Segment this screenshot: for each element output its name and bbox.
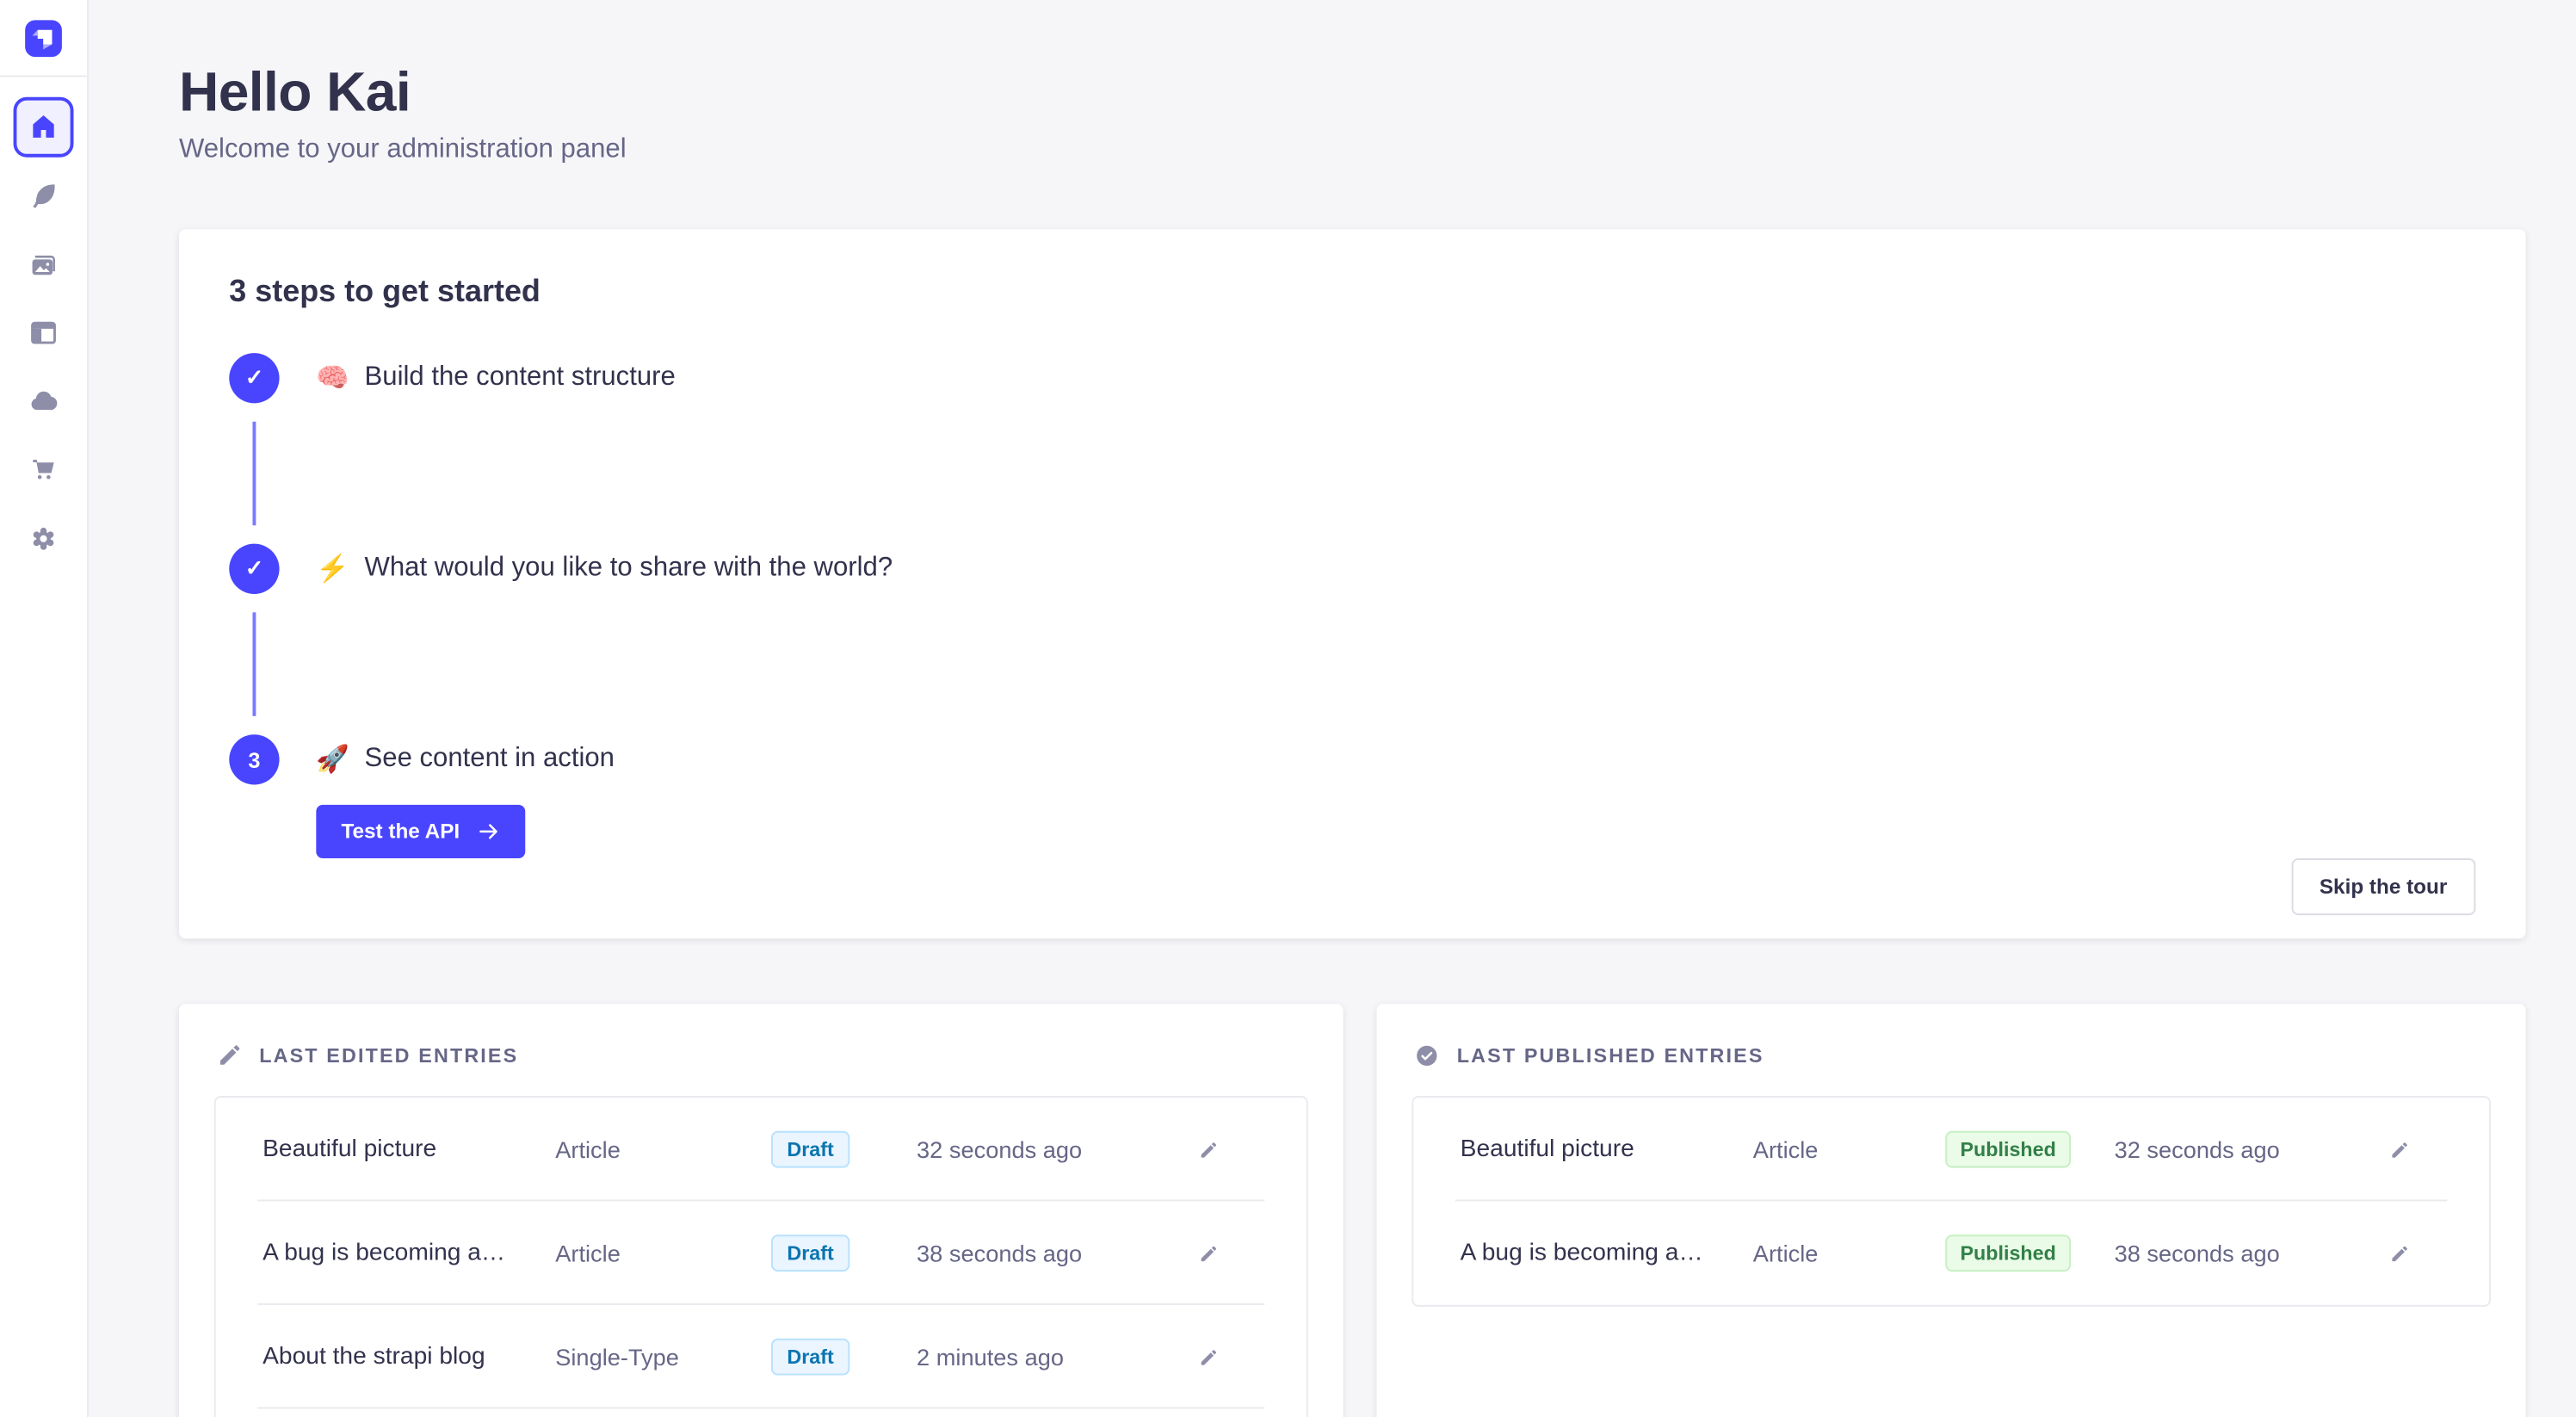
strapi-logo-glyph <box>25 19 62 56</box>
last-edited-entries-card: LAST EDITED ENTRIES Beautiful picture Ar… <box>179 1004 1344 1417</box>
sidebar-item-content-type-builder[interactable] <box>14 303 74 363</box>
entry-title: Beautiful picture <box>263 1136 555 1163</box>
sidebar-item-deploy[interactable] <box>14 371 74 431</box>
entry-type: Article <box>555 1240 731 1266</box>
table-row: A bug is becoming a… Article Draft 38 se… <box>216 1201 1307 1304</box>
entry-time: 38 seconds ago <box>890 1240 1158 1266</box>
sidebar-item-settings[interactable] <box>14 509 74 569</box>
feather-icon <box>27 179 60 213</box>
app-window: Hello Kai Welcome to your administration… <box>0 0 2576 1417</box>
page-subtitle: Welcome to your administration panel <box>179 135 2526 165</box>
main-nav-sidebar <box>0 0 89 1417</box>
step-3-number-circle: 3 <box>229 734 279 784</box>
sidebar-item-media-library[interactable] <box>14 234 74 294</box>
table-row: A bug is becoming a… Article Published 3… <box>1413 1201 2489 1304</box>
guided-tour-steps: ✓ 🧠 Build the content structure ✓ ⚡ What… <box>229 353 2475 858</box>
gear-icon <box>27 522 60 555</box>
pencil-icon <box>2386 1241 2411 1265</box>
skip-the-tour-button[interactable]: Skip the tour <box>2291 858 2476 915</box>
edit-entry-button[interactable] <box>1158 1137 1260 1162</box>
home-icon <box>27 110 60 144</box>
step-row-3: 3 🚀 See content in action <box>229 734 2475 784</box>
entry-time: 38 seconds ago <box>2087 1240 2355 1266</box>
brain-emoji-icon: 🧠 <box>316 362 349 395</box>
test-the-api-button[interactable]: Test the API <box>316 805 525 858</box>
step-1-marker: ✓ <box>245 365 263 392</box>
edit-entry-button[interactable] <box>2355 1137 2442 1162</box>
workspace-logo-block <box>0 0 87 77</box>
step-3-label[interactable]: 🚀 See content in action <box>316 743 615 777</box>
entry-time: 32 seconds ago <box>2087 1136 2355 1163</box>
step-connector <box>252 612 256 715</box>
pencil-icon <box>1196 1241 1221 1265</box>
rocket-emoji-icon: 🚀 <box>316 743 349 777</box>
step-3-cta-row: Test the API <box>316 805 2475 858</box>
guided-tour-footer: Skip the tour <box>229 858 2475 915</box>
pencil-icon <box>2386 1137 2411 1162</box>
entry-type: Article <box>1753 1240 1929 1266</box>
sidebar-item-home[interactable] <box>14 97 74 158</box>
sidebar-item-marketplace[interactable] <box>14 440 74 500</box>
status-badge: Draft <box>772 1131 849 1168</box>
step-3-marker: 3 <box>248 747 260 772</box>
status-badge: Published <box>1945 1131 2071 1168</box>
last-edited-header: LAST EDITED ENTRIES <box>179 1004 1344 1096</box>
last-edited-title: LAST EDITED ENTRIES <box>259 1044 518 1067</box>
step-2-label[interactable]: ⚡ What would you like to share with the … <box>316 552 893 585</box>
last-edited-table: Beautiful picture Article Draft 32 secon… <box>214 1096 1308 1417</box>
dashboard-widgets: LAST EDITED ENTRIES Beautiful picture Ar… <box>179 1004 2526 1417</box>
status-badge: Published <box>1945 1234 2071 1272</box>
main-content: Hello Kai Welcome to your administration… <box>89 0 2576 1417</box>
entry-type: Article <box>555 1136 731 1163</box>
lightning-emoji-icon: ⚡ <box>316 552 349 585</box>
entry-title: A bug is becoming a… <box>1461 1240 1753 1266</box>
step-2-marker: ✓ <box>245 555 263 582</box>
entry-title: A bug is becoming a… <box>263 1240 555 1266</box>
entry-time: 32 seconds ago <box>890 1136 1158 1163</box>
cloud-icon <box>27 385 60 418</box>
pencil-icon <box>216 1043 243 1069</box>
entry-type: Article <box>1753 1136 1929 1163</box>
step-row-2: ✓ ⚡ What would you like to share with th… <box>229 544 2475 594</box>
edit-entry-button[interactable] <box>1158 1241 1260 1265</box>
table-row: Beautiful picture Article Draft 32 secon… <box>216 1098 1307 1201</box>
step-1-check-circle: ✓ <box>229 353 279 403</box>
arrow-right-icon <box>477 820 500 843</box>
page-header: Hello Kai Welcome to your administration… <box>179 60 2526 165</box>
last-published-entries-card: LAST PUBLISHED ENTRIES Beautiful picture… <box>1377 1004 2526 1417</box>
last-published-table: Beautiful picture Article Published 32 s… <box>1412 1096 2491 1307</box>
entry-time: 2 minutes ago <box>890 1344 1158 1371</box>
edit-entry-button[interactable] <box>2355 1241 2442 1265</box>
guided-tour-card: 3 steps to get started ✓ 🧠 Build the con… <box>179 229 2526 938</box>
media-library-icon <box>27 248 60 282</box>
last-published-title: LAST PUBLISHED ENTRIES <box>1457 1044 1764 1067</box>
table-row: About the strapi blog Single-Type Draft … <box>216 1305 1307 1408</box>
status-badge: Draft <box>772 1234 849 1272</box>
strapi-logo <box>25 19 62 56</box>
entry-title: Beautiful picture <box>1461 1136 1753 1163</box>
guided-tour-title: 3 steps to get started <box>229 273 2475 310</box>
table-row: Beautiful picture Article Published 32 s… <box>1413 1098 2489 1201</box>
last-published-header: LAST PUBLISHED ENTRIES <box>1377 1004 2526 1096</box>
status-badge: Draft <box>772 1339 849 1376</box>
step-row-1: ✓ 🧠 Build the content structure <box>229 353 2475 403</box>
check-circle-icon <box>1413 1043 1440 1069</box>
table-row-partial <box>216 1408 1307 1417</box>
step-connector <box>252 422 256 525</box>
layout-icon <box>27 316 60 350</box>
nav-items <box>14 77 74 577</box>
page-title: Hello Kai <box>179 60 2526 124</box>
edit-entry-button[interactable] <box>1158 1345 1260 1370</box>
step-1-label[interactable]: 🧠 Build the content structure <box>316 362 675 395</box>
cart-icon <box>27 454 60 487</box>
sidebar-item-content-manager[interactable] <box>14 165 74 226</box>
pencil-icon <box>1196 1137 1221 1162</box>
entry-title: About the strapi blog <box>263 1344 555 1371</box>
step-2-check-circle: ✓ <box>229 544 279 594</box>
entry-type: Single-Type <box>555 1344 731 1371</box>
pencil-icon <box>1196 1345 1221 1370</box>
